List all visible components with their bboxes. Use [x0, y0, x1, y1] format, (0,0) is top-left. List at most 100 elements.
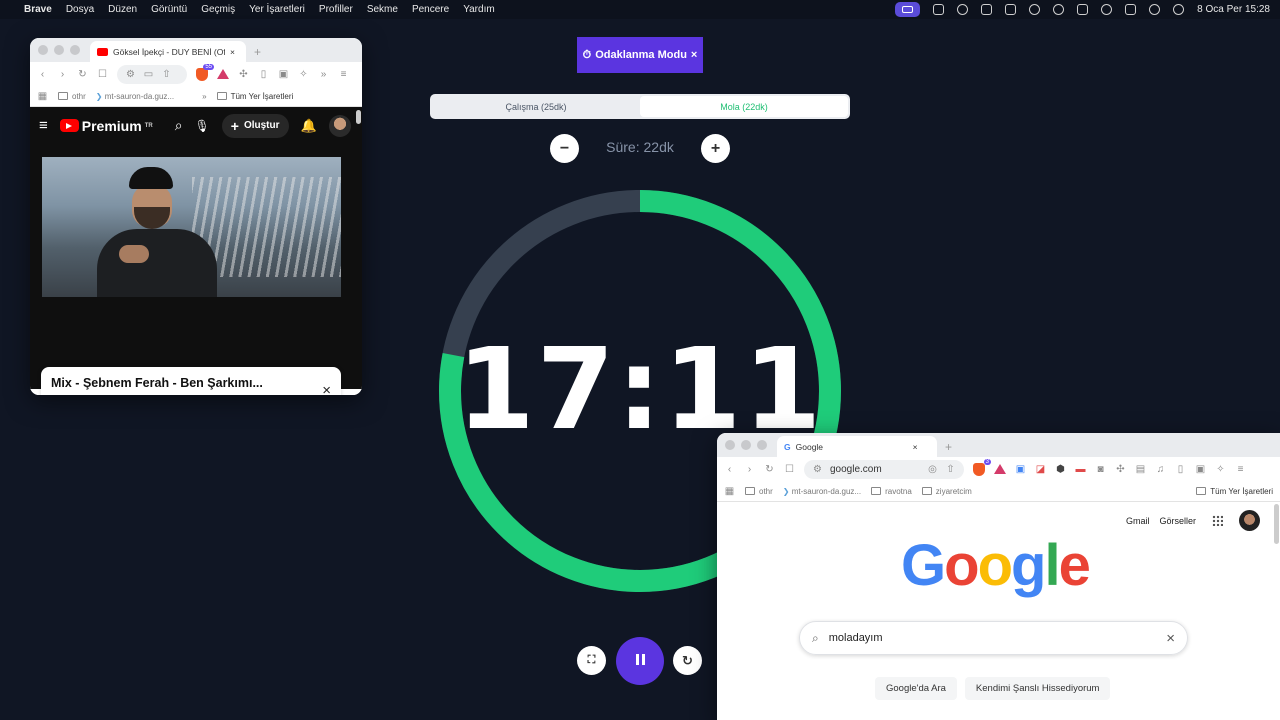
google-apps-icon[interactable]: [1212, 515, 1223, 526]
menu-clock[interactable]: 8 Oca Per 15:28: [1197, 4, 1270, 15]
leo-ai-icon[interactable]: ✧: [1215, 464, 1226, 475]
bookmark-othr[interactable]: othr: [745, 487, 773, 496]
bookmarks-overflow-icon[interactable]: »: [202, 92, 206, 101]
bookmark-ziyaretcim[interactable]: ziyaretcim: [921, 487, 972, 496]
scrollbar[interactable]: [356, 110, 361, 124]
notifications-bell-icon[interactable]: 🔔: [301, 118, 317, 134]
site-settings-icon[interactable]: ⚙: [125, 69, 136, 80]
hamburger-menu-icon[interactable]: ≡: [39, 117, 48, 134]
brave-shields-icon[interactable]: 55: [196, 63, 214, 81]
menu-item-pencere[interactable]: Pencere: [412, 4, 449, 15]
new-tab-button[interactable]: +: [254, 41, 261, 62]
leo-ai-icon[interactable]: ✧: [298, 69, 309, 80]
translate-icon[interactable]: ▣: [1015, 464, 1026, 475]
menu-item-sekme[interactable]: Sekme: [367, 4, 398, 15]
location-icon[interactable]: ◎: [927, 464, 938, 475]
reload-icon[interactable]: ↻: [764, 464, 775, 475]
focus-mode-badge[interactable]: ⏱ Odaklanma Modu ×: [577, 37, 703, 73]
reset-button[interactable]: ↻: [673, 646, 702, 675]
sidebar-icon[interactable]: ▯: [258, 69, 269, 80]
mix-close-icon[interactable]: ×: [322, 382, 331, 395]
mix-playlist-card[interactable]: Mix - Şebnem Ferah - Ben Şarkımı... ×: [41, 367, 341, 395]
music-icon[interactable]: ♫: [1155, 464, 1166, 475]
bookmark-icon[interactable]: ☐: [784, 464, 795, 475]
tab-search-icon[interactable]: ▤: [1135, 464, 1146, 475]
brave-rewards-icon[interactable]: [217, 69, 229, 79]
avatar[interactable]: [328, 114, 351, 137]
wallet-icon[interactable]: ▣: [278, 69, 289, 80]
extensions-icon[interactable]: ✣: [238, 69, 249, 80]
camera-extension-icon[interactable]: ◙: [1095, 464, 1106, 475]
tab-close-icon[interactable]: ×: [913, 442, 918, 452]
bookmark-othr[interactable]: othr: [58, 92, 86, 101]
feeling-lucky-button[interactable]: Kendimi Şanslı Hissediyorum: [964, 677, 1111, 700]
pen-extension-icon[interactable]: ◪: [1035, 464, 1046, 475]
menu-icon[interactable]: ≡: [338, 69, 349, 80]
scrollbar[interactable]: [1274, 504, 1279, 544]
tab-close-icon[interactable]: ×: [230, 47, 235, 57]
extension-icon[interactable]: [933, 4, 945, 15]
close-window-button[interactable]: [725, 440, 735, 450]
new-tab-button[interactable]: +: [945, 436, 952, 457]
brave-shields-icon[interactable]: 3: [973, 458, 991, 476]
menu-item-profiller[interactable]: Profiller: [319, 4, 353, 15]
menu-item-dosya[interactable]: Dosya: [66, 4, 94, 15]
display-icon[interactable]: [1125, 4, 1137, 15]
sidebar-icon[interactable]: ▯: [1175, 464, 1186, 475]
bookmark-mt-sauron[interactable]: ❯ mt-sauron-da.guz...: [783, 487, 861, 496]
microphone-icon[interactable]: 🎙: [195, 119, 210, 133]
apps-grid-icon[interactable]: ▦: [37, 91, 48, 102]
pause-button[interactable]: [616, 637, 664, 685]
clear-search-icon[interactable]: ×: [1166, 630, 1175, 647]
headphones-icon[interactable]: [1053, 4, 1065, 15]
wifi-icon[interactable]: [1029, 4, 1041, 15]
browser-tab-youtube[interactable]: Göksel İpekçi - DUY BENİ (Offi ×: [90, 41, 246, 62]
address-bar[interactable]: ⚙ ▭ ⇧: [117, 64, 187, 84]
apps-grid-icon[interactable]: ▦: [724, 486, 735, 497]
brightness-icon[interactable]: [1101, 4, 1113, 15]
forward-icon[interactable]: ›: [57, 69, 68, 80]
create-button[interactable]: + Oluştur: [221, 113, 289, 138]
more-toolbar-icon[interactable]: »: [318, 69, 329, 80]
bookmark-all-bookmarks[interactable]: Tüm Yer İşaretleri: [216, 92, 293, 101]
media-play-icon[interactable]: [1149, 4, 1161, 15]
cast-icon[interactable]: ▭: [143, 69, 154, 80]
brave-rewards-icon[interactable]: [994, 464, 1006, 474]
close-window-button[interactable]: [38, 45, 48, 55]
decrease-duration-button[interactable]: −: [550, 134, 579, 163]
browser-tab-google[interactable]: G Google ×: [777, 436, 937, 457]
avatar[interactable]: [1239, 510, 1260, 531]
zoom-window-button[interactable]: [70, 45, 80, 55]
address-bar[interactable]: ⚙ google.com ◎ ⇧: [804, 459, 964, 479]
extensions-icon[interactable]: ✣: [1115, 464, 1126, 475]
menu-item-yardim[interactable]: Yardım: [463, 4, 495, 15]
search-box[interactable]: ⌕ moladayım ×: [799, 621, 1188, 655]
back-icon[interactable]: ‹: [724, 464, 735, 475]
battery-icon[interactable]: [1077, 4, 1089, 15]
search-input[interactable]: moladayım: [829, 632, 883, 644]
focus-icon[interactable]: [957, 4, 969, 15]
tab-work[interactable]: Çalışma (25dk): [432, 96, 640, 117]
youtube-premium-logo[interactable]: Premium TR: [59, 118, 153, 134]
minimize-window-button[interactable]: [54, 45, 64, 55]
shield-extension-icon[interactable]: ⬢: [1055, 464, 1066, 475]
menu-item-duzen[interactable]: Düzen: [108, 4, 137, 15]
bookmark-mt-sauron[interactable]: ❯ mt-sauron-da.guz...: [96, 92, 174, 101]
zoom-window-button[interactable]: [757, 440, 767, 450]
fullscreen-button[interactable]: ⛶: [577, 646, 606, 675]
clipboard-icon[interactable]: [981, 4, 993, 15]
gmail-link[interactable]: Gmail: [1126, 516, 1150, 526]
share-icon[interactable]: ⇧: [945, 464, 956, 475]
images-link[interactable]: Görseller: [1159, 516, 1196, 526]
menu-item-goruntu[interactable]: Görüntü: [151, 4, 187, 15]
wallet-icon[interactable]: ▣: [1195, 464, 1206, 475]
tab-break[interactable]: Mola (22dk): [640, 96, 848, 117]
bookmark-icon[interactable]: ☐: [97, 69, 108, 80]
increase-duration-button[interactable]: +: [701, 134, 730, 163]
menu-item-yer-isaretleri[interactable]: Yer İşaretleri: [249, 4, 305, 15]
control-center-icon[interactable]: [1173, 4, 1185, 15]
bookmark-ravotna[interactable]: ravotna: [871, 487, 912, 496]
back-icon[interactable]: ‹: [37, 69, 48, 80]
bluetooth-icon[interactable]: [1005, 4, 1017, 15]
color-extension-icon[interactable]: ▬: [1075, 464, 1086, 475]
